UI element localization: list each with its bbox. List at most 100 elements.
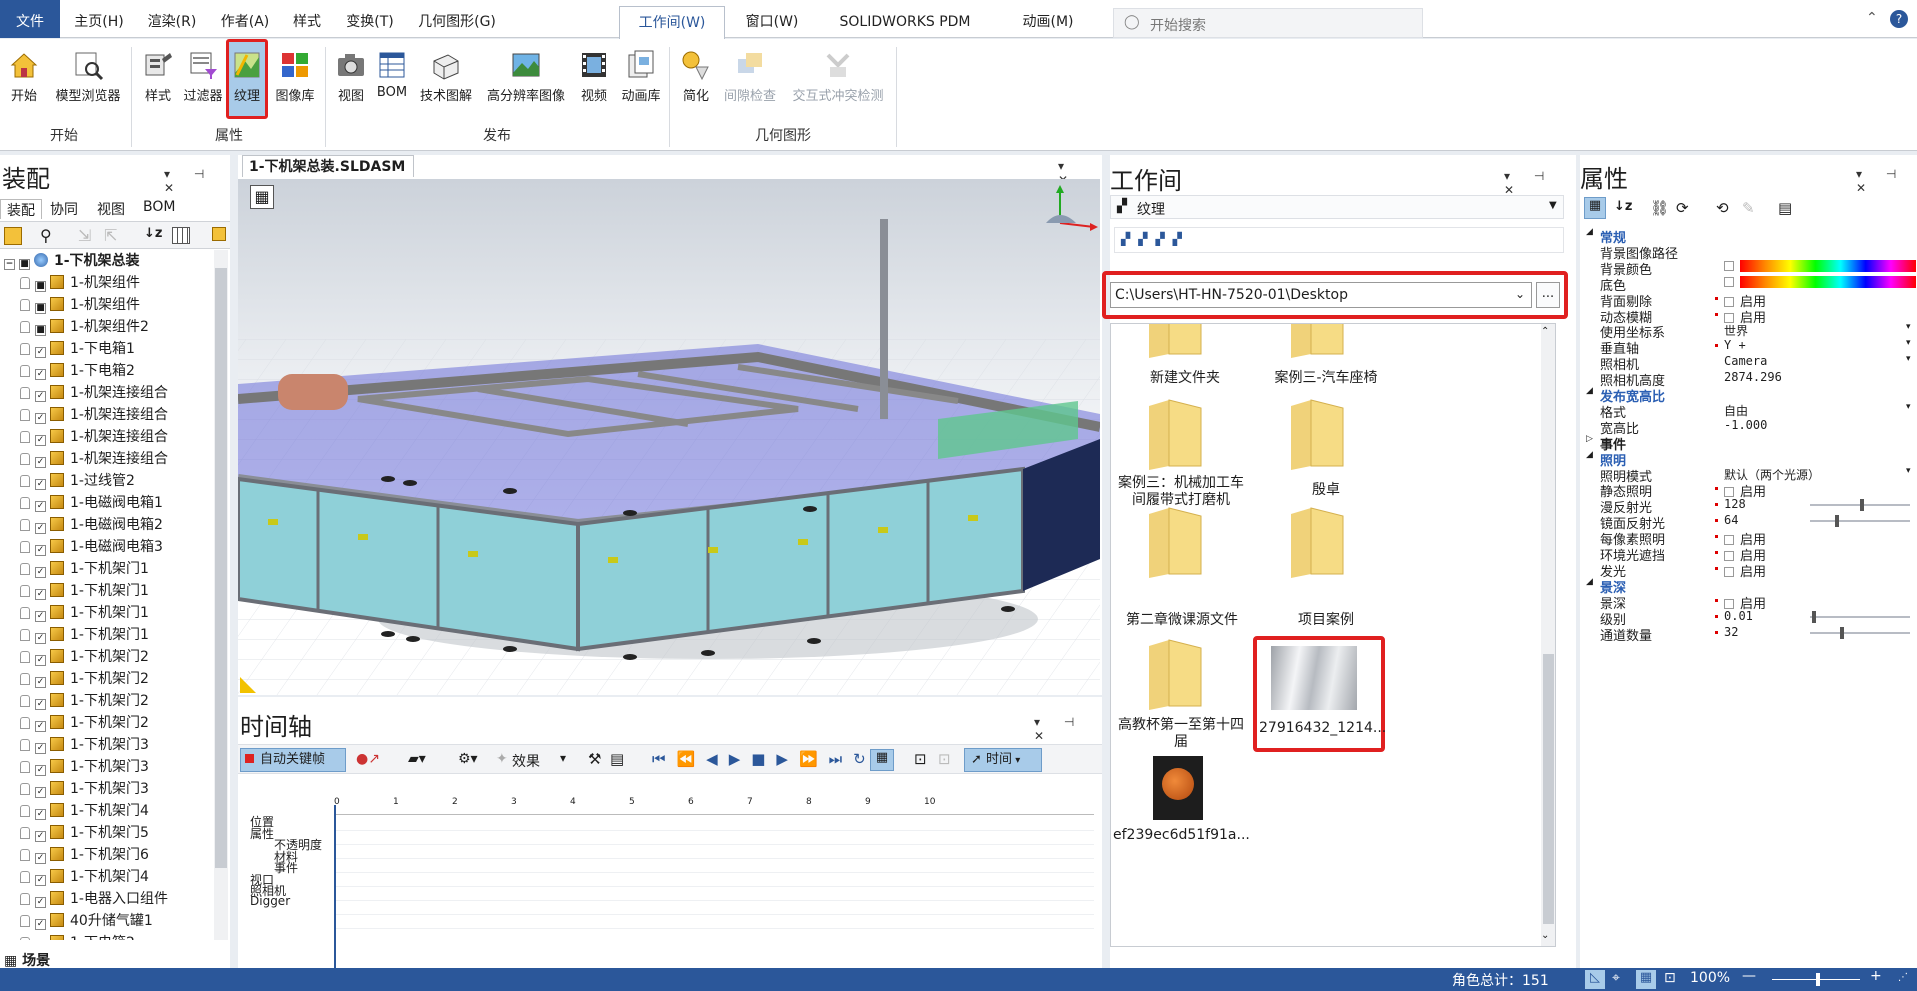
menu-tab-transform[interactable]: 变换(T) — [338, 0, 402, 38]
expand-icon[interactable]: ⇲ — [78, 226, 91, 245]
time-mode-button[interactable]: ➚ 时间 ▾ — [964, 748, 1042, 772]
property-row[interactable]: 发光 启用 — [1580, 561, 1917, 580]
visibility-checkbox[interactable]: ✓ — [35, 457, 46, 468]
tab-bom[interactable]: BOM — [143, 199, 175, 215]
property-row[interactable]: 照明模式 默认（两个光源） ▾ — [1580, 466, 1917, 485]
grid-icon[interactable]: ▦ — [1636, 970, 1656, 989]
visibility-checkbox[interactable]: ✓ — [35, 545, 46, 556]
visibility-checkbox[interactable]: ■ — [35, 303, 46, 314]
fit-icon[interactable]: ⊡ — [914, 750, 927, 768]
lock-icon[interactable] — [20, 695, 30, 707]
scroll-thumb[interactable] — [215, 268, 227, 868]
lock-icon[interactable] — [20, 739, 30, 751]
browse-button[interactable]: ... — [1536, 282, 1560, 308]
lock-icon[interactable] — [20, 409, 30, 421]
visibility-checkbox[interactable]: ✓ — [35, 633, 46, 644]
property-row[interactable]: 背景颜色 — [1580, 259, 1917, 278]
expand-icon[interactable]: ◢ — [1586, 386, 1593, 396]
visibility-checkbox[interactable]: ✓ — [35, 677, 46, 688]
menu-file[interactable]: 文件 — [0, 0, 60, 38]
lock-icon[interactable] — [20, 893, 30, 905]
start-button[interactable]: 开始 — [6, 39, 42, 119]
measure-icon[interactable]: ⌖ — [1612, 970, 1620, 986]
visibility-checkbox[interactable]: ■ — [19, 259, 30, 270]
texture-button[interactable]: 纹理 — [226, 39, 268, 119]
file-name[interactable]: 项目案例 — [1261, 612, 1391, 629]
sort-az-icon[interactable]: ↓z — [1614, 199, 1632, 214]
tree-item[interactable]: ✓ 1-过线管2 — [0, 470, 135, 492]
lock-icon[interactable] — [20, 717, 30, 729]
visibility-checkbox[interactable]: ✓ — [35, 875, 46, 886]
property-value[interactable]: -1.000 — [1724, 418, 1767, 433]
property-value[interactable]: 2874.296 — [1724, 370, 1782, 385]
lock-icon[interactable] — [20, 387, 30, 399]
property-row[interactable]: 级别 0.01 — [1580, 609, 1917, 628]
expand-icon[interactable]: ◢ — [1586, 227, 1593, 237]
tree-item[interactable]: ■ 1-机架组件 — [0, 272, 140, 294]
animation-library-button[interactable]: 动画库 — [616, 39, 666, 119]
visibility-checkbox[interactable]: ✓ — [35, 435, 46, 446]
lock-icon[interactable] — [20, 783, 30, 795]
tree-item[interactable]: ✓ 1-下机架门5 — [0, 822, 149, 844]
lock-icon[interactable] — [20, 343, 30, 355]
tree-item[interactable]: ✓ 1-电器入口组件 — [0, 888, 168, 910]
3d-viewport[interactable]: ▦ — [238, 179, 1100, 695]
tab-views[interactable]: 视图 — [97, 199, 125, 219]
filter-button[interactable]: 过滤器 — [180, 39, 226, 119]
menu-tab-window[interactable]: 窗口(W) — [736, 0, 808, 38]
image-library-button[interactable]: 图像库 — [272, 39, 318, 119]
tree-item[interactable]: ✓ 1-机架连接组合 — [0, 404, 168, 426]
menu-tab-author[interactable]: 作者(A) — [214, 0, 276, 38]
resize-grip-icon[interactable]: ⋰ — [1898, 972, 1908, 983]
tree-item[interactable]: ✓ 1-下机架门3 — [0, 756, 149, 778]
tree-item[interactable]: ✓ 40升储气罐1 — [0, 910, 153, 932]
track-label[interactable]: 事件 — [274, 859, 298, 876]
property-value[interactable]: 64 — [1724, 513, 1738, 528]
search-box[interactable]: ◯ 开始搜索 — [1113, 8, 1423, 38]
lock-icon[interactable] — [20, 563, 30, 575]
property-value[interactable]: Camera — [1724, 354, 1767, 369]
property-row[interactable]: 景深 启用 — [1580, 593, 1917, 612]
auto-keyframe-button[interactable]: 自动关键帧 — [240, 748, 346, 772]
lock-icon[interactable] — [20, 607, 30, 619]
property-value[interactable]: 32 — [1724, 625, 1738, 640]
chevron-down-icon[interactable]: ▾ — [1906, 338, 1911, 348]
lock-icon[interactable] — [20, 541, 30, 553]
film-strip-icon[interactable]: ▦ — [250, 185, 274, 209]
visibility-checkbox[interactable]: ✓ — [35, 897, 46, 908]
path-combobox[interactable]: C:\Users\HT-HN-7520-01\Desktop ⌄ — [1110, 282, 1532, 308]
color-spectrum[interactable] — [1740, 275, 1916, 288]
tree-item[interactable]: ✓ 1-机架连接组合 — [0, 426, 168, 448]
property-section[interactable]: ◢ 景深 — [1580, 577, 1917, 596]
lock-icon[interactable] — [20, 827, 30, 839]
property-slider[interactable] — [1810, 626, 1910, 639]
property-value[interactable]: 默认（两个光源） — [1724, 466, 1820, 483]
sort-az-icon[interactable]: ↓z — [144, 226, 162, 241]
lock-icon[interactable] — [20, 299, 30, 311]
tree-item[interactable]: ✓ 1-下机架门1 — [0, 602, 149, 624]
property-section[interactable]: ◢ 发布宽高比 — [1580, 386, 1917, 405]
view-button[interactable]: 视图 — [333, 39, 369, 119]
property-value[interactable] — [1724, 275, 1916, 290]
lock-icon[interactable] — [20, 915, 30, 927]
tree-item[interactable]: ✓ 1-下机架门2 — [0, 690, 149, 712]
visibility-checkbox[interactable]: ✓ — [35, 347, 46, 358]
scroll-up-icon[interactable]: ⌃ — [1541, 326, 1549, 337]
file-name[interactable]: 案例三-汽车座椅 — [1261, 370, 1391, 387]
chevron-down-icon[interactable]: ▾ — [1906, 354, 1911, 364]
scroll-thumb[interactable] — [1543, 654, 1554, 924]
checkbox[interactable] — [1724, 598, 1734, 609]
tree-item[interactable]: ✓ 1-下机架门2 — [0, 712, 149, 734]
hires-image-button[interactable]: 高分辨率图像 — [480, 39, 572, 119]
table-icon[interactable]: ▤ — [1778, 199, 1792, 217]
lock-icon[interactable] — [20, 651, 30, 663]
property-row[interactable]: 背景图像路径 — [1580, 243, 1917, 262]
menu-tab-geometry[interactable]: 几何图形(G) — [412, 0, 502, 38]
visibility-checkbox[interactable]: ✓ — [35, 919, 46, 930]
chevron-down-icon[interactable]: ▾ — [1906, 322, 1911, 332]
checkbox[interactable] — [1724, 296, 1734, 307]
property-value[interactable] — [1724, 259, 1916, 274]
lock-icon[interactable] — [20, 937, 30, 940]
color-spectrum[interactable] — [1740, 259, 1916, 272]
tree-item[interactable]: ✓ 1-下机架门1 — [0, 580, 149, 602]
